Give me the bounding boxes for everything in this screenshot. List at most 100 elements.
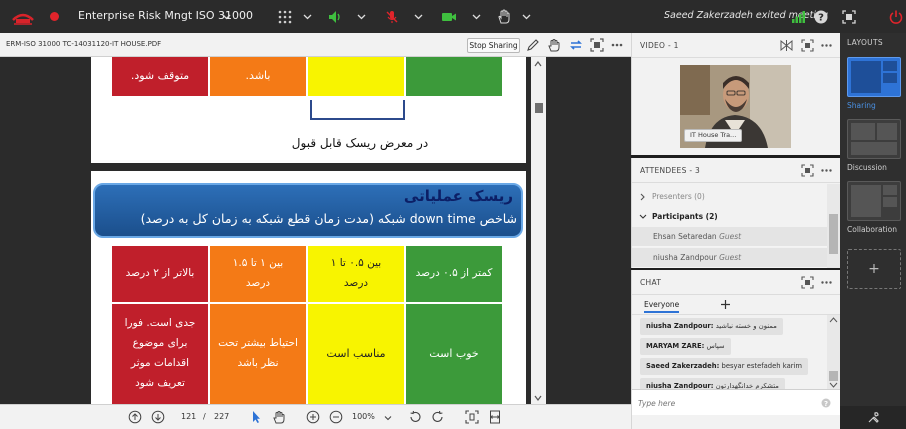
record-icon[interactable] bbox=[50, 12, 59, 21]
total-pages: 227 bbox=[214, 412, 230, 421]
attendees-panel-title: ATTENDEES - 3 bbox=[640, 166, 701, 175]
chat-scrollbar[interactable] bbox=[827, 315, 840, 389]
adobe-connect-logo-icon[interactable] bbox=[10, 8, 36, 26]
scroll-up-icon[interactable] bbox=[829, 317, 838, 323]
zoom-out-icon[interactable] bbox=[329, 410, 343, 424]
fit-page-icon[interactable] bbox=[465, 410, 479, 424]
hand-icon[interactable] bbox=[272, 410, 286, 424]
layout-discussion-label[interactable]: Discussion bbox=[847, 163, 887, 172]
video-panel-title: VIDEO - 1 bbox=[640, 41, 679, 50]
raise-hand-icon[interactable] bbox=[496, 9, 512, 25]
layout-sharing-thumbnail[interactable] bbox=[847, 57, 901, 97]
svg-text:?: ? bbox=[824, 400, 828, 408]
risk-header-cell: بالاتر از ۲ درصد bbox=[112, 246, 208, 302]
more-icon[interactable] bbox=[610, 38, 624, 52]
fit-width-icon[interactable] bbox=[488, 410, 502, 424]
chat-message: MARYAM ZARE: سپاس bbox=[640, 338, 731, 355]
zoom-level[interactable]: 100% bbox=[352, 412, 375, 421]
help-icon[interactable]: ? bbox=[813, 9, 829, 25]
attendees-panel-header: ATTENDEES - 3 bbox=[632, 158, 841, 183]
zoom-in-icon[interactable] bbox=[306, 410, 320, 424]
chat-input-area: ? bbox=[632, 389, 841, 415]
rotate-right-icon[interactable] bbox=[431, 410, 445, 424]
attendees-scroll-thumb[interactable] bbox=[829, 214, 838, 254]
top-bar: Enterprise Risk Mngt ISO 31000 Saeed Zak… bbox=[0, 0, 906, 33]
presenters-label: Presenters (0) bbox=[652, 192, 705, 201]
chat-panel-title: CHAT bbox=[640, 278, 662, 287]
more-icon[interactable] bbox=[820, 39, 833, 52]
video-panel-header: VIDEO - 1 bbox=[632, 33, 841, 58]
mic-muted-icon[interactable] bbox=[384, 9, 400, 25]
tools-icon[interactable] bbox=[867, 411, 880, 424]
layout-discussion-thumbnail[interactable] bbox=[847, 119, 901, 159]
document-file-name: ERM-ISO 31000 TC-14031120-IT HOUSE.PDF bbox=[6, 40, 162, 48]
fullscreen-icon[interactable] bbox=[590, 38, 604, 52]
grid-menu-icon[interactable] bbox=[277, 9, 293, 25]
chevron-down-icon[interactable] bbox=[303, 12, 312, 21]
chevron-down-icon[interactable] bbox=[414, 12, 423, 21]
current-page-field[interactable]: 121 bbox=[181, 412, 196, 421]
previous-page-icon[interactable] bbox=[128, 410, 142, 424]
more-icon[interactable] bbox=[820, 276, 833, 289]
acceptable-range-bracket bbox=[310, 100, 405, 120]
power-icon[interactable] bbox=[888, 9, 904, 25]
attendees-scrollbar[interactable] bbox=[827, 184, 840, 268]
risk-body-cell: احتیاط بیشتر تحت نظر باشد bbox=[210, 304, 306, 404]
risk-body-cell: خوب است bbox=[406, 304, 502, 404]
risk-cell: متوقف شود. bbox=[112, 57, 208, 96]
scroll-up-icon[interactable] bbox=[533, 60, 543, 68]
scroll-down-icon[interactable] bbox=[533, 394, 543, 402]
risk-cell bbox=[308, 57, 404, 96]
fullscreen-icon[interactable] bbox=[801, 164, 814, 177]
fullscreen-icon[interactable] bbox=[801, 276, 814, 289]
signal-icon bbox=[792, 11, 805, 23]
attendee-row[interactable]: niusha Zandpour Guest bbox=[632, 248, 827, 268]
pointer-icon[interactable] bbox=[249, 410, 263, 424]
attendee-row[interactable]: Ehsan Setaredan Guest bbox=[632, 227, 827, 247]
video-panel: VIDEO - 1 IT House Tra... bbox=[631, 33, 841, 155]
webcam-video[interactable]: IT House Tra... bbox=[680, 65, 791, 148]
risk-cell bbox=[406, 57, 502, 96]
chat-tabs: Everyone bbox=[632, 295, 841, 315]
risk-header-cell: بین ۱ تا ۱.۵ درصد bbox=[210, 246, 306, 302]
chevron-down-icon[interactable] bbox=[384, 414, 392, 422]
document-toolbar: ERM-ISO 31000 TC-14031120-IT HOUSE.PDF S… bbox=[0, 33, 631, 57]
layout-sharing-label[interactable]: Sharing bbox=[847, 101, 876, 110]
filmstrip-icon[interactable] bbox=[780, 39, 793, 52]
pen-icon[interactable] bbox=[526, 38, 540, 52]
chat-panel: CHAT Everyone niusha Zandpour: ممنون و خ… bbox=[631, 270, 841, 429]
chevron-down-icon[interactable] bbox=[522, 12, 531, 21]
info-icon[interactable]: ? bbox=[821, 398, 831, 408]
next-page-icon[interactable] bbox=[151, 410, 165, 424]
document-scroll-thumb[interactable] bbox=[535, 103, 543, 113]
layout-collaboration-label[interactable]: Collaboration bbox=[847, 225, 897, 234]
chevron-down-icon[interactable] bbox=[222, 12, 231, 21]
layouts-title: LAYOUTS bbox=[847, 38, 883, 47]
slide-title: ریسک عملیاتی bbox=[403, 187, 513, 205]
layout-collaboration-thumbnail[interactable] bbox=[847, 181, 901, 221]
fullscreen-icon[interactable] bbox=[841, 9, 857, 25]
sync-icon[interactable] bbox=[569, 38, 583, 52]
svg-text:?: ? bbox=[818, 13, 824, 24]
rotate-left-icon[interactable] bbox=[408, 410, 422, 424]
camera-icon[interactable] bbox=[441, 9, 457, 25]
add-chat-tab-icon[interactable] bbox=[720, 299, 731, 310]
risk-header-cell: بین ۰.۵ تا ۱ درصد bbox=[308, 246, 404, 302]
hand-icon[interactable] bbox=[547, 38, 561, 52]
risk-body-cell: مناسب است bbox=[308, 304, 404, 404]
scroll-down-icon[interactable] bbox=[829, 382, 838, 388]
speaker-icon[interactable] bbox=[327, 9, 343, 25]
presenters-group[interactable]: Presenters (0) bbox=[632, 187, 827, 207]
attendees-panel: ATTENDEES - 3 Presenters (0) Participant… bbox=[631, 158, 841, 268]
add-layout-button[interactable]: + bbox=[847, 249, 901, 289]
stop-sharing-button[interactable]: Stop Sharing bbox=[467, 38, 520, 53]
chat-input[interactable] bbox=[638, 396, 808, 410]
slide-subtitle: شاخص down time شبکه (مدت زمان قطع شبکه ب… bbox=[140, 211, 517, 226]
chevron-down-icon[interactable] bbox=[472, 12, 481, 21]
fullscreen-icon[interactable] bbox=[801, 39, 814, 52]
more-icon[interactable] bbox=[820, 164, 833, 177]
chat-scroll-thumb[interactable] bbox=[829, 371, 838, 381]
participants-group[interactable]: Participants (2) bbox=[632, 207, 827, 227]
tab-everyone[interactable]: Everyone bbox=[644, 300, 680, 313]
chevron-down-icon[interactable] bbox=[357, 12, 366, 21]
